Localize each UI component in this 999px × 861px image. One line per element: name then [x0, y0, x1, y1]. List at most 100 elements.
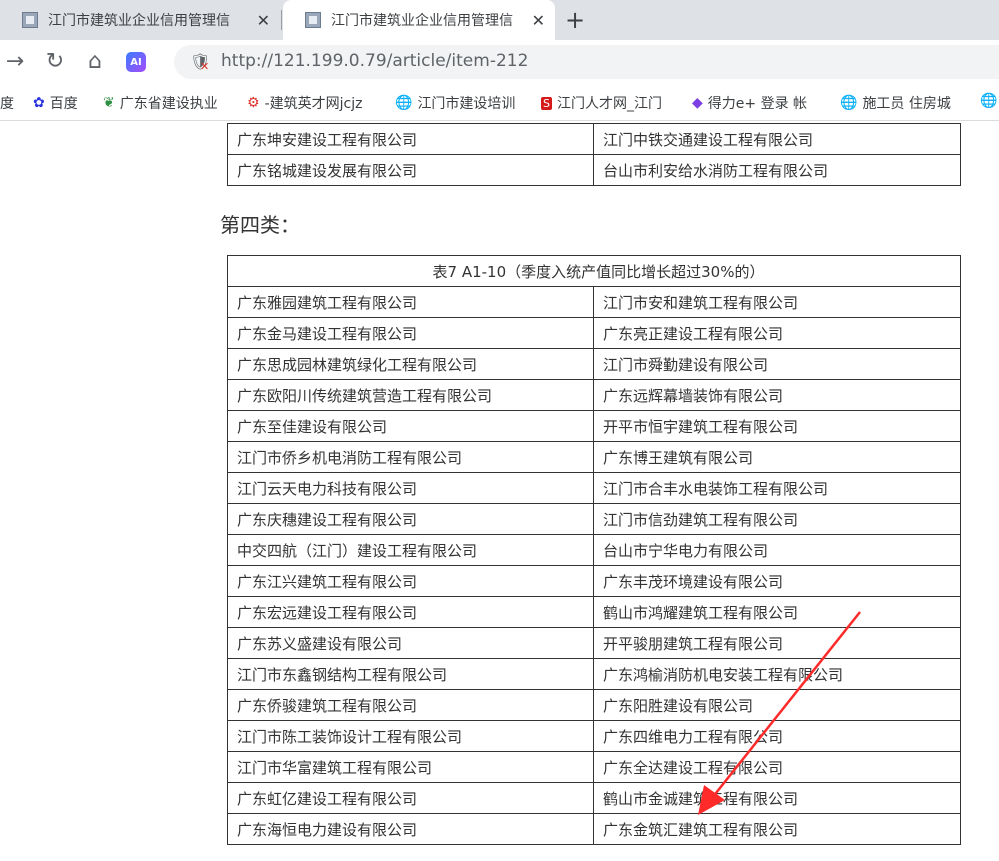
table-row: 江门市华富建筑工程有限公司 广东全达建设工程有限公司 — [227, 751, 961, 783]
table-row: 江门市陈工装饰设计工程有限公司 广东四维电力工程有限公司 — [227, 720, 961, 752]
table-row: 广东宏远建设工程有限公司 鹤山市鸿耀建筑工程有限公司 — [227, 596, 961, 628]
leaf-icon: ❦ — [103, 95, 115, 111]
red-logo-icon: S — [541, 96, 552, 110]
reload-icon[interactable]: ↻ — [42, 49, 68, 75]
page-favicon-icon — [305, 12, 321, 28]
table-row: 广东至佳建设有限公司 开平市恒宇建筑工程有限公司 — [227, 410, 961, 442]
bookmark-jianzhu-yingcai[interactable]: ⚙ -建筑英才网jcjz — [247, 93, 362, 113]
table-row: 广东思成园林建筑绿化工程有限公司 江门市舜勤建设有限公司 — [227, 348, 961, 380]
table-row: 广东虹亿建设工程有限公司 鹤山市金诚建筑工程有限公司 — [227, 782, 961, 814]
bookmark-label: 得力e+ 登录 帐 — [707, 96, 808, 112]
table-cell: 广东侨骏建筑工程有限公司 — [227, 689, 594, 721]
baidu-paw-icon: ✿ — [33, 95, 45, 111]
bookmark-guangdong-construction[interactable]: ❦ 广东省建设执业 — [103, 93, 218, 113]
page-content: 广东坤安建设工程有限公司 江门中铁交通建设工程有限公司 广东铭城建设发展有限公司… — [0, 121, 999, 861]
browser-tab-1[interactable]: 江门市建筑业企业信用管理信 ✕ — [0, 0, 280, 40]
table-cell: 广东虹亿建设工程有限公司 — [227, 782, 594, 814]
table-row: 广东坤安建设工程有限公司 江门中铁交通建设工程有限公司 — [227, 123, 961, 155]
table-row: 广东海恒电力建设有限公司 广东金筑汇建筑工程有限公司 — [227, 813, 961, 845]
table-cell: 台山市宁华电力有限公司 — [593, 534, 961, 566]
table-cell: 广东至佳建设有限公司 — [227, 410, 594, 442]
table-cell: 广东海恒电力建设有限公司 — [227, 813, 594, 845]
table-row: 广东铭城建设发展有限公司 台山市利安给水消防工程有限公司 — [227, 154, 961, 186]
table-cell: 广东雅园建筑工程有限公司 — [227, 286, 594, 318]
gear-icon: ⚙ — [247, 95, 260, 111]
table-cell: 广东庆穗建设工程有限公司 — [227, 503, 594, 535]
company-table-top: 广东坤安建设工程有限公司 江门中铁交通建设工程有限公司 广东铭城建设发展有限公司… — [227, 123, 961, 186]
table-cell: 广东亮正建设工程有限公司 — [593, 317, 961, 349]
table-cell: 江门市安和建筑工程有限公司 — [593, 286, 961, 318]
globe-icon: 🌐 — [840, 95, 858, 111]
table-cell: 鹤山市金诚建筑工程有限公司 — [593, 782, 961, 814]
bookmark-label: -建筑英才网jcjz — [264, 96, 363, 112]
table-cell: 江门市信劲建筑工程有限公司 — [593, 503, 961, 535]
table-cell: 广东江兴建筑工程有限公司 — [227, 565, 594, 597]
tab-title: 江门市建筑业企业信用管理信 — [331, 13, 513, 29]
tab-title: 江门市建筑业企业信用管理信 — [48, 13, 230, 29]
table-cell: 广东铭城建设发展有限公司 — [227, 154, 594, 186]
table-cell: 中交四航（江门）建设工程有限公司 — [227, 534, 594, 566]
table-cell: 开平骏朋建筑工程有限公司 — [593, 627, 961, 659]
table-cell: 广东全达建设工程有限公司 — [593, 751, 961, 783]
home-icon[interactable]: ⌂ — [82, 49, 108, 75]
bookmark-label: 施工员 住房城 — [862, 96, 951, 112]
table-cell: 广东金筑汇建筑工程有限公司 — [593, 813, 961, 845]
table-cell: 江门市合丰水电装饰工程有限公司 — [593, 472, 961, 504]
purple-logo-icon: ◆ — [692, 95, 703, 111]
bookmark-jiangmen-training[interactable]: 🌐 江门市建设培训 — [395, 93, 515, 113]
table-row: 广东江兴建筑工程有限公司 广东丰茂环境建设有限公司 — [227, 565, 961, 597]
table-cell: 江门市舜勤建设有限公司 — [593, 348, 961, 380]
table-row: 江门市侨乡机电消防工程有限公司 广东博王建筑有限公司 — [227, 441, 961, 473]
ai-assistant-icon[interactable]: AI — [126, 52, 146, 72]
forward-arrow-icon[interactable]: → — [2, 49, 28, 75]
bookmark-baidu[interactable]: ✿ 百度 — [33, 93, 78, 113]
new-tab-button[interactable]: + — [565, 6, 585, 34]
table-cell: 广东思成园林建筑绿化工程有限公司 — [227, 348, 594, 380]
table-cell: 江门市陈工装饰设计工程有限公司 — [227, 720, 594, 752]
table-cell: 广东欧阳川传统建筑营造工程有限公司 — [227, 379, 594, 411]
table-cell: 广东四维电力工程有限公司 — [593, 720, 961, 752]
bookmark-label: 江门市建设培训 — [417, 96, 516, 112]
page-favicon-icon — [22, 12, 38, 28]
bookmark-item[interactable]: 度 — [0, 93, 14, 113]
table-cell: 台山市利安给水消防工程有限公司 — [593, 154, 961, 186]
globe-icon: 🌐 — [395, 95, 413, 111]
url-text[interactable]: http://121.199.0.79/article/item-212 — [221, 51, 528, 71]
table-row: 广东侨骏建筑工程有限公司 广东阳胜建设有限公司 — [227, 689, 961, 721]
browser-tab-2-active[interactable]: 江门市建筑业企业信用管理信 ✕ — [283, 0, 555, 40]
section-heading: 第四类： — [220, 213, 300, 237]
bookmark-label: 江门人才网_江门 — [556, 96, 662, 112]
tab-separator — [281, 10, 282, 30]
table-caption-row: 表7 A1-10（季度入统产值同比增长超过30%的） — [227, 255, 961, 287]
bookmark-jiangmen-talent[interactable]: S 江门人才网_江门 — [541, 93, 662, 113]
table-cell: 鹤山市鸿耀建筑工程有限公司 — [593, 596, 961, 628]
bookmark-label: 度 — [0, 96, 14, 112]
table-cell: 开平市恒宇建筑工程有限公司 — [593, 410, 961, 442]
tab-close-icon[interactable]: ✕ — [257, 11, 270, 30]
table-row: 广东苏义盛建设有限公司 开平骏朋建筑工程有限公司 — [227, 627, 961, 659]
bookmark-more[interactable]: 🌐 — [980, 93, 999, 109]
table-row: 广东欧阳川传统建筑营造工程有限公司 广东远辉幕墙装饰有限公司 — [227, 379, 961, 411]
table-cell: 江门云天电力科技有限公司 — [227, 472, 594, 504]
table-cell: 广东阳胜建设有限公司 — [593, 689, 961, 721]
table-cell: 广东鸿榆消防机电安装工程有限公司 — [593, 658, 961, 690]
table-cell: 江门中铁交通建设工程有限公司 — [593, 123, 961, 155]
table-caption: 表7 A1-10（季度入统产值同比增长超过30%的） — [227, 255, 961, 287]
table-row: 江门市东鑫钢结构工程有限公司 广东鸿榆消防机电安装工程有限公司 — [227, 658, 961, 690]
bookmark-construction-worker[interactable]: 🌐 施工员 住房城 — [840, 93, 951, 113]
table-cell: 江门市侨乡机电消防工程有限公司 — [227, 441, 594, 473]
bookmark-label: 广东省建设执业 — [119, 96, 218, 112]
table-cell: 广东丰茂环境建设有限公司 — [593, 565, 961, 597]
tab-close-icon[interactable]: ✕ — [532, 11, 545, 30]
table-row: 广东雅园建筑工程有限公司 江门市安和建筑工程有限公司 — [227, 286, 961, 318]
table-cell: 广东坤安建设工程有限公司 — [227, 123, 594, 155]
bookmark-deli[interactable]: ◆ 得力e+ 登录 帐 — [692, 93, 807, 113]
table-cell: 广东博王建筑有限公司 — [593, 441, 961, 473]
table-row: 中交四航（江门）建设工程有限公司 台山市宁华电力有限公司 — [227, 534, 961, 566]
table-cell: 江门市东鑫钢结构工程有限公司 — [227, 658, 594, 690]
table-row: 江门云天电力科技有限公司 江门市合丰水电装饰工程有限公司 — [227, 472, 961, 504]
table-row: 广东庆穗建设工程有限公司 江门市信劲建筑工程有限公司 — [227, 503, 961, 535]
table-cell: 广东远辉幕墙装饰有限公司 — [593, 379, 961, 411]
table-row: 广东金马建设工程有限公司 广东亮正建设工程有限公司 — [227, 317, 961, 349]
table-cell: 广东金马建设工程有限公司 — [227, 317, 594, 349]
